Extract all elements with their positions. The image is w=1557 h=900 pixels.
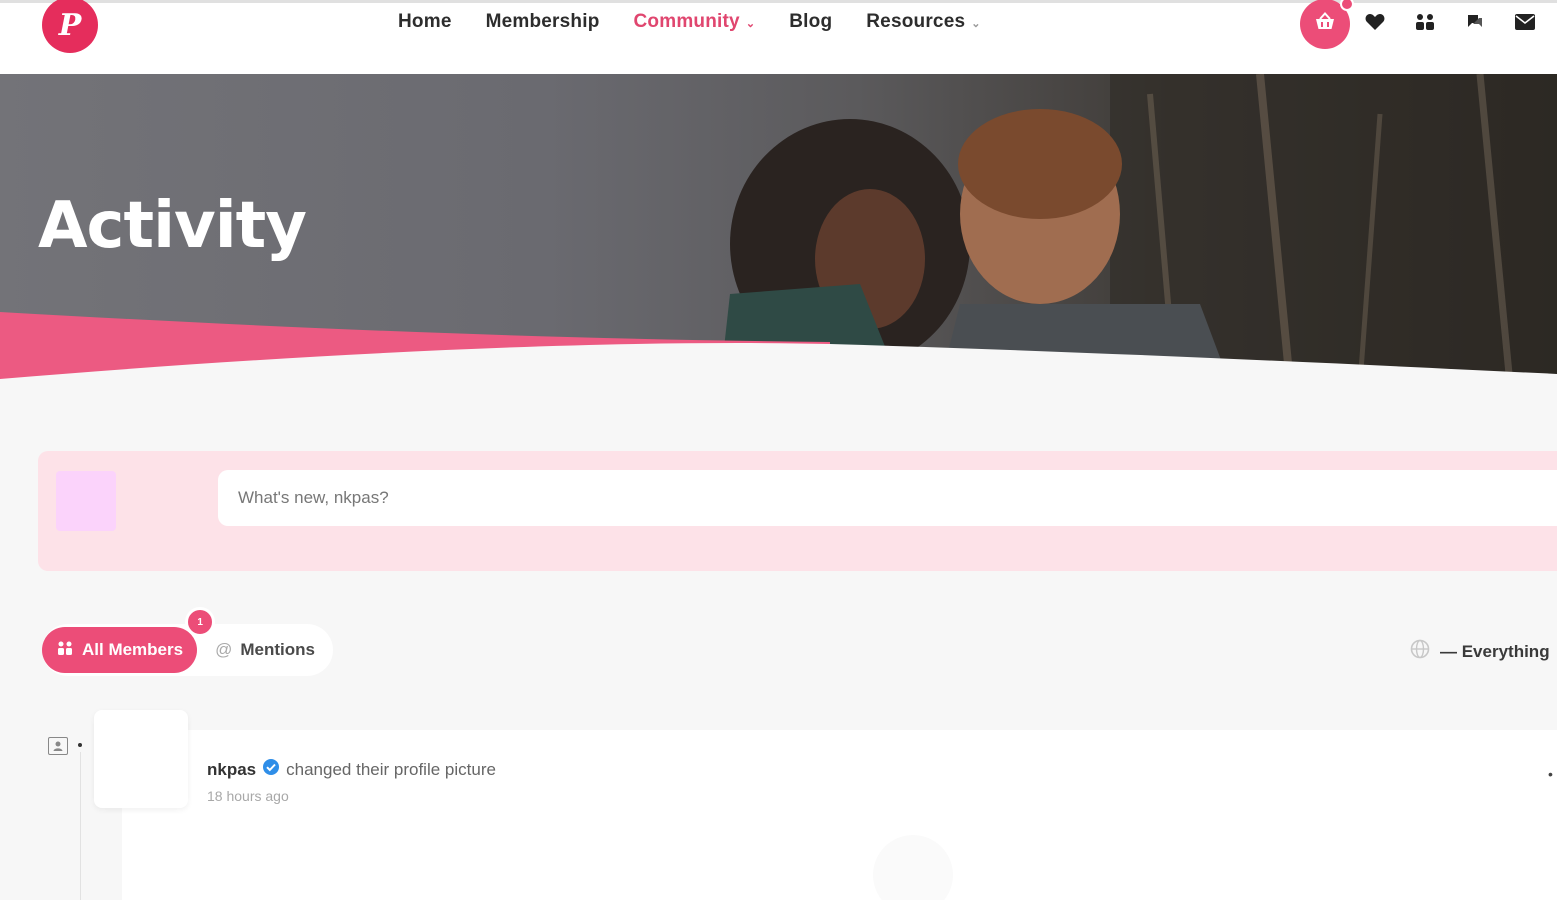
notifications-button[interactable] bbox=[1500, 0, 1550, 49]
tab-all-members-label: All Members bbox=[82, 640, 184, 659]
more-options-icon[interactable]: • bbox=[1548, 766, 1553, 782]
tab-all-members[interactable]: All Members 1 bbox=[42, 607, 216, 673]
member-activity-icon bbox=[48, 737, 68, 755]
activity-filter-tabs: All Members 1 @ Mentions bbox=[42, 607, 333, 676]
hero-banner: Activity bbox=[0, 74, 1557, 384]
nav-home-label: Home bbox=[398, 11, 452, 32]
nav-community[interactable]: Community ⌄ bbox=[634, 11, 756, 33]
logo-letter: P bbox=[58, 7, 82, 43]
globe-icon bbox=[1410, 639, 1430, 664]
users-icon bbox=[1413, 12, 1437, 37]
at-sign-icon: @ bbox=[215, 640, 233, 659]
main-nav: Home Membership Community ⌄ Blog Resourc… bbox=[398, 11, 981, 33]
activity-type-filter-label: — Everything bbox=[1440, 641, 1550, 661]
verified-badge-icon bbox=[262, 758, 280, 781]
nav-resources-label: Resources bbox=[866, 11, 966, 32]
users-icon bbox=[56, 640, 74, 661]
nav-home[interactable]: Home bbox=[398, 11, 452, 33]
chevron-down-icon: ⌄ bbox=[971, 17, 981, 30]
activity-username[interactable]: nkpas bbox=[207, 760, 256, 780]
timeline-line bbox=[80, 752, 81, 900]
connections-button[interactable] bbox=[1400, 0, 1450, 49]
nav-membership-label: Membership bbox=[485, 11, 600, 32]
tab-mentions[interactable]: @ Mentions bbox=[197, 627, 315, 673]
activity-action-text: changed their profile picture bbox=[286, 759, 496, 779]
activity-type-filter[interactable]: — Everything bbox=[1410, 639, 1550, 664]
site-logo[interactable]: P bbox=[42, 0, 98, 53]
header-icons bbox=[1300, 0, 1550, 49]
nav-blog[interactable]: Blog bbox=[789, 11, 832, 33]
messages-button[interactable] bbox=[1450, 0, 1500, 49]
cart-icon bbox=[1314, 11, 1336, 37]
current-user-avatar[interactable] bbox=[56, 471, 116, 531]
nav-community-label: Community bbox=[633, 11, 740, 32]
mail-icon bbox=[1515, 13, 1535, 35]
tab-mentions-label: Mentions bbox=[240, 640, 315, 659]
whats-new-input[interactable] bbox=[218, 470, 1557, 526]
nav-blog-label: Blog bbox=[789, 11, 833, 32]
nav-membership[interactable]: Membership bbox=[486, 11, 600, 33]
activity-header: nkpas changed their profile picture bbox=[207, 758, 496, 781]
all-members-count-badge: 1 bbox=[185, 607, 216, 637]
timeline-dot bbox=[78, 743, 82, 747]
activity-user-avatar[interactable] bbox=[94, 710, 188, 808]
favorites-button[interactable] bbox=[1350, 0, 1400, 49]
chevron-down-icon: ⌄ bbox=[745, 17, 756, 30]
top-navigation-bar: P Home Membership Community ⌄ Blog Resou… bbox=[0, 0, 1557, 74]
activity-timestamp[interactable]: 18 hours ago bbox=[207, 788, 289, 804]
activity-card bbox=[122, 730, 1557, 900]
whats-new-composer bbox=[38, 451, 1557, 571]
chat-icon bbox=[1466, 13, 1484, 36]
heart-icon bbox=[1365, 13, 1385, 36]
cart-button[interactable] bbox=[1300, 0, 1354, 49]
nav-resources[interactable]: Resources ⌄ bbox=[866, 11, 980, 33]
page-title: Activity bbox=[38, 189, 307, 263]
